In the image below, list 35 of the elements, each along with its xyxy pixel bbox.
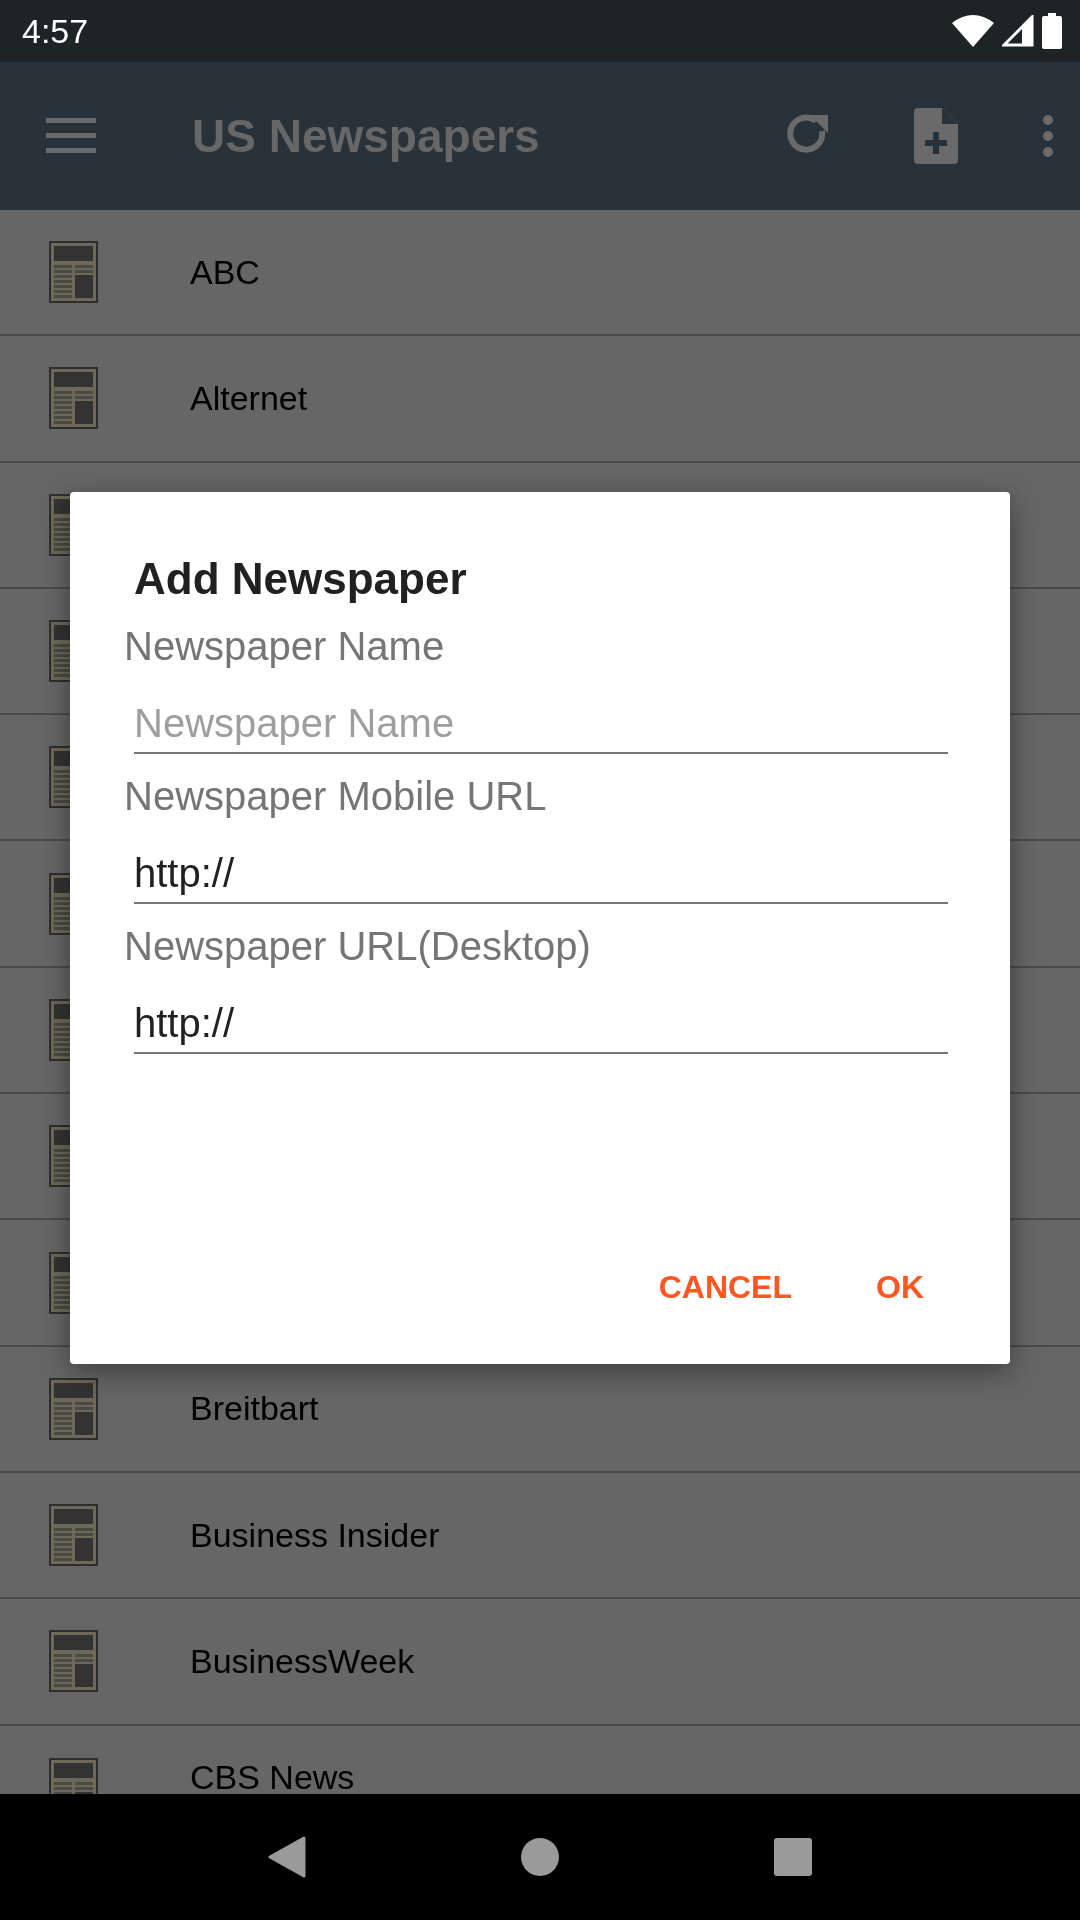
recents-icon[interactable] [774, 1838, 813, 1876]
newspaper-icon [49, 1377, 98, 1440]
newspaper-name: Breitbart [190, 1389, 319, 1429]
list-item[interactable]: Alternet [0, 336, 1080, 463]
wifi-icon [952, 15, 994, 47]
newspaper-icon [49, 367, 98, 430]
field-label: Newspaper URL(Desktop) [124, 924, 592, 969]
field-label: Newspaper Name [124, 624, 446, 669]
field-label: Newspaper Mobile URL [124, 774, 548, 819]
battery-icon [1042, 13, 1062, 49]
input-field[interactable]: Newspaper Name [134, 693, 948, 754]
newspaper-name: BusinessWeek [190, 1641, 415, 1681]
list-item[interactable]: Business Insider [0, 1472, 1080, 1600]
newspaper-name: Business Insider [190, 1515, 440, 1555]
input-field[interactable]: http:// [134, 843, 948, 904]
newspaper-icon [49, 1504, 98, 1567]
newspaper-icon [49, 1630, 98, 1693]
newspaper-name: CBS News [190, 1757, 355, 1794]
signal-icon [1002, 15, 1034, 47]
ok-button[interactable]: OK [872, 1261, 928, 1314]
newspaper-name: Alternet [190, 378, 308, 418]
dialog-title: Add Newspaper [134, 554, 468, 604]
add-file-icon[interactable] [914, 108, 958, 164]
list-item[interactable]: BusinessWeek [0, 1599, 1080, 1726]
menu-icon[interactable] [46, 118, 96, 154]
more-icon[interactable] [1042, 114, 1054, 158]
newspaper-name: ABC [190, 252, 260, 292]
input-field[interactable]: http:// [134, 993, 948, 1054]
status-time: 4:57 [22, 11, 89, 51]
app-title: US Newspapers [192, 109, 541, 163]
back-icon[interactable] [267, 1836, 306, 1878]
list-item[interactable]: ABC [0, 210, 1080, 337]
cancel-button[interactable]: CANCEL [654, 1261, 796, 1314]
newspaper-icon [49, 241, 98, 304]
home-icon[interactable] [521, 1838, 559, 1876]
